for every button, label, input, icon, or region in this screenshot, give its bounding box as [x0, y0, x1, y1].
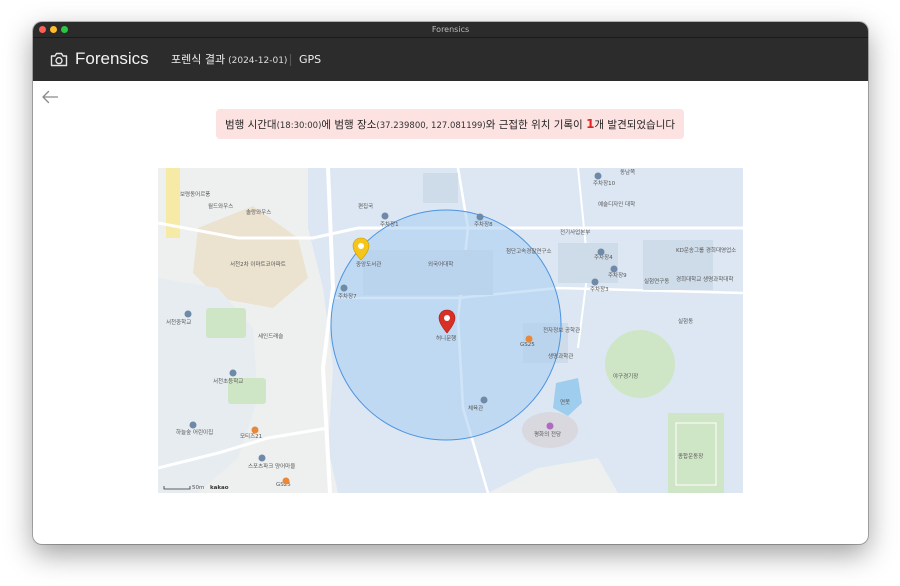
app-window: Forensics Forensics 포렌식 결과 (2024-12-01) G… [33, 22, 868, 544]
poi-marker[interactable] [594, 172, 602, 180]
map-label-hanui: 허니문행 [436, 334, 456, 342]
map-label-bldg-7: 경희대학교 생명과학대학 [676, 275, 733, 283]
map-label-motel: 모티즈21 [240, 432, 262, 440]
poi-marker[interactable] [597, 248, 605, 256]
poi-marker[interactable] [546, 422, 554, 430]
map-label-edit-station: 편집국 [358, 202, 373, 210]
map-label-seoin: 세인드래슬 [258, 332, 283, 340]
poi-marker[interactable] [591, 278, 599, 286]
breadcrumb-separator [290, 54, 291, 66]
map-canvas[interactable]: 보령동어르풍 월드와우스 솔랑와우스 편집국 주차장1 주차장8 주차장10 동… [158, 168, 743, 493]
park-1 [206, 308, 246, 338]
breadcrumb-results[interactable]: 포렌식 결과 (2024-12-01) [171, 52, 287, 69]
app-header: Forensics 포렌식 결과 (2024-12-01) GPS [33, 38, 868, 81]
poi-marker[interactable] [476, 213, 484, 221]
map-label-top-right: 동남쪽 [620, 168, 635, 176]
breadcrumb-date: (2024-12-01) [228, 56, 288, 66]
map-label-bldg-4: 체육관 [468, 404, 483, 412]
poi-marker[interactable] [525, 335, 533, 343]
poi-marker[interactable] [258, 454, 266, 462]
map-label-library: 중앙도서관 [356, 260, 381, 268]
map-scale-label: 50m [192, 485, 204, 491]
banner-text-2: 에 범행 장소 [321, 119, 377, 131]
map-label-north-1: 보령동어르풍 [180, 190, 210, 198]
map-label-institute: 첨단고속경찰연구소 [506, 247, 552, 255]
result-banner: 범행 시간대(18:30:00)에 범행 장소(37.239800, 127.0… [216, 109, 684, 139]
kakao-logo: kakao [210, 485, 229, 491]
window-title: Forensics [431, 25, 470, 34]
banner-text-3: 와 근접한 위치 기록이 [485, 119, 587, 131]
baseball-field [605, 330, 675, 398]
map-label-north-2: 월드와우스 [208, 202, 233, 210]
map-label-parking-10: 주차장10 [593, 179, 616, 187]
map-label-baseball: 야구경기장 [613, 372, 638, 380]
building-north [423, 173, 458, 203]
banner-text-4: 개 발견되었습니다 [594, 119, 676, 131]
banner-text-1: 범행 시간대 [224, 119, 277, 131]
map-label-soccer: 종합운동장 [678, 452, 703, 460]
map-label-pond: 연못 [560, 398, 570, 406]
map-label-parking-1: 주차장1 [380, 220, 399, 228]
poi-marker[interactable] [282, 477, 290, 485]
map-label-bldg-6: 실험연구동 [644, 277, 669, 285]
map-label-parking-7: 주차장7 [338, 292, 357, 300]
banner-coordinates: (37.239800, 127.081199) [376, 121, 486, 131]
map-label-bldg-9: 실험동 [678, 317, 693, 325]
poi-marker[interactable] [184, 310, 192, 318]
map-label-concert-hall: 평화의 전당 [534, 430, 561, 438]
map-label-seocheon-elem: 서천초등학교 [213, 377, 243, 385]
map-label-art-design: 예술디자인 대학 [598, 200, 635, 208]
title-bar: Forensics [33, 22, 868, 38]
poi-marker[interactable] [381, 212, 389, 220]
map-label-parking-8: 주차장8 [474, 220, 493, 228]
concert-hall-area [522, 412, 578, 448]
breadcrumb-label: 포렌식 결과 [171, 53, 226, 66]
banner-time-range: (18:30:00) [276, 121, 322, 131]
map-label-bldg-2: 생명과학관 [548, 352, 573, 360]
poi-marker[interactable] [610, 265, 618, 273]
poi-marker[interactable] [340, 284, 348, 292]
map-label-north-3: 솔랑와우스 [246, 208, 271, 216]
camera-icon [50, 52, 68, 67]
map-label-gs25-east: GS25 [520, 342, 535, 348]
map-label-kd-group: KD운송그룹 경희대영업소 [676, 246, 736, 254]
map-label-elem-school: 서천중학교 [166, 318, 191, 326]
back-arrow-icon[interactable] [41, 90, 59, 104]
gps-map[interactable]: 보령동어르풍 월드와우스 솔랑와우스 편집국 주차장1 주차장8 주차장10 동… [158, 168, 743, 493]
map-label-sports: 스포츠파크 양어마을 [248, 462, 295, 470]
map-label-bldg-5: 외국어대학 [428, 260, 453, 268]
map-label-apt: 서천2차 이마트코아파트 [230, 260, 286, 268]
map-label-bldg-1: 전자정보 공학관 [543, 326, 580, 334]
poi-marker[interactable] [251, 426, 259, 434]
poi-marker[interactable] [229, 369, 237, 377]
map-label-electric: 전기사업본부 [560, 228, 590, 236]
app-name: Forensics [75, 49, 149, 68]
breadcrumb-current-page: GPS [299, 53, 322, 66]
map-label-parking-9: 주차장9 [608, 271, 627, 279]
map-label-parking-3: 주차장3 [590, 285, 609, 293]
poi-marker[interactable] [189, 421, 197, 429]
map-label-daycare: 하늘숲 어린이집 [176, 428, 213, 436]
poi-marker[interactable] [480, 396, 488, 404]
